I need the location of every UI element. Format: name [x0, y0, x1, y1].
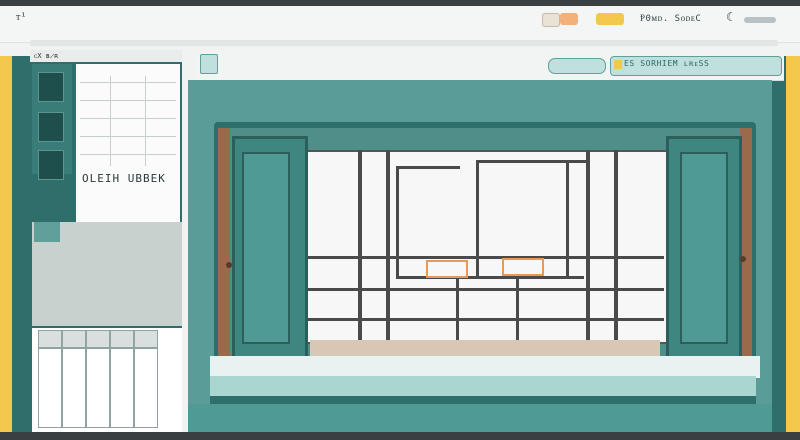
window-mullion: [456, 276, 459, 340]
window-mullion: [386, 150, 390, 340]
chip-orange[interactable]: [560, 13, 578, 25]
right-rail-dark: [772, 56, 786, 434]
filter-pill[interactable]: [548, 58, 606, 74]
grid-header-cell: [62, 330, 86, 348]
grid-header-cell: [110, 330, 134, 348]
sheet-line: [80, 136, 176, 137]
sheet-line: [80, 100, 176, 101]
search-text: ES SORHIEM ʟʀᴇSS: [624, 59, 710, 68]
window-mullion: [304, 256, 664, 259]
sheet-line: [110, 76, 111, 166]
right-door-panel: [680, 152, 728, 344]
grid-cell: [38, 348, 62, 428]
window-mullion: [396, 276, 584, 279]
orange-box: [426, 260, 468, 278]
grid-cell: [134, 348, 158, 428]
left-rail-dark: [12, 56, 30, 434]
toggle-icon[interactable]: [744, 17, 776, 23]
floor-stripe: [210, 396, 756, 404]
door-knob-icon: [740, 256, 746, 262]
search-icon: [614, 60, 622, 69]
window-mullion: [396, 166, 460, 169]
left-chip[interactable]: [34, 222, 60, 242]
left-rail-yellow: [0, 56, 12, 434]
bottom-strip: [0, 432, 800, 440]
grid-cell: [86, 348, 110, 428]
window-mullion: [476, 160, 479, 276]
window-mullion: [476, 160, 586, 163]
window-mullion: [614, 150, 618, 340]
horizontal-scrollbar[interactable]: [30, 40, 778, 46]
moon-icon[interactable]: ☾: [726, 10, 737, 24]
window-mullion: [396, 166, 399, 276]
left-sheet: [76, 64, 180, 224]
select-checkbox[interactable]: [200, 54, 218, 74]
window-mullion: [586, 150, 590, 340]
grid-cell: [110, 348, 134, 428]
window-mullion: [516, 276, 519, 340]
door-knob-icon: [226, 262, 232, 268]
top-bar: [0, 6, 800, 43]
window-mullion: [304, 288, 664, 291]
sheet-line: [80, 118, 176, 119]
left-tab-item[interactable]: [38, 112, 64, 142]
window-mullion: [358, 150, 362, 340]
right-rail-yellow: [786, 56, 800, 434]
chip-yellow[interactable]: [596, 13, 624, 25]
grid-header-cell: [134, 330, 158, 348]
left-tab-item[interactable]: [38, 72, 64, 102]
status-text: Ᵽ0ᴍᴅ. SᴏᴅᴇC: [640, 14, 702, 24]
left-wall: [218, 128, 230, 366]
left-panel-label: ᴄX ʙ̷ʀ: [34, 52, 59, 60]
sheet-line: [80, 82, 176, 83]
sheet-line: [80, 154, 176, 155]
floor-base: [188, 404, 772, 432]
window-mullion: [304, 318, 664, 321]
floor: [210, 356, 760, 378]
app-title: ᴛ¹: [16, 12, 27, 23]
sheet-code: OLEIH UBBEK: [82, 172, 166, 185]
grid-cell: [62, 348, 86, 428]
sheet-line: [145, 76, 146, 166]
grid-header-cell: [86, 330, 110, 348]
left-tab-item[interactable]: [38, 150, 64, 180]
left-door-panel: [242, 152, 290, 344]
orange-box: [502, 258, 544, 276]
window-mullion: [566, 160, 569, 276]
chip-red[interactable]: [542, 13, 560, 27]
grid-header-cell: [38, 330, 62, 348]
